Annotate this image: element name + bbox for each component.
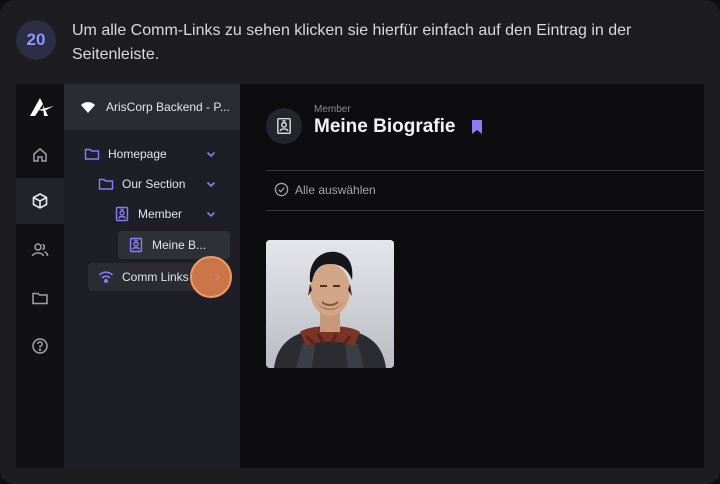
tree-item-meine-biografie[interactable]: Meine B... [118, 231, 230, 259]
bookmark-icon[interactable] [471, 119, 483, 135]
tree-item-member[interactable]: Member [114, 200, 224, 228]
project-title: ArisCorp Backend - P... [106, 100, 230, 114]
tree-item-label: Homepage [108, 147, 167, 161]
app-screenshot: ArisCorp Backend - P... Homepage Our Sec… [16, 84, 704, 468]
home-icon[interactable] [16, 132, 64, 178]
member-portrait-image[interactable] [266, 240, 394, 368]
tree-item-label: Comm Links [122, 270, 189, 284]
select-all-label: Alle auswählen [295, 182, 376, 197]
wifi-icon [98, 271, 114, 284]
id-badge-icon [266, 108, 302, 144]
step-number-badge: 20 [16, 20, 56, 60]
chevron-down-icon[interactable] [204, 147, 218, 161]
navigation-tree: ArisCorp Backend - P... Homepage Our Sec… [64, 84, 240, 468]
folder-icon [98, 178, 114, 190]
tutorial-step-card: 20 Um alle Comm-Links zu sehen klicken s… [0, 0, 720, 484]
tree-item-homepage[interactable]: Homepage [84, 140, 224, 168]
check-circle-icon [274, 182, 289, 197]
divider [266, 170, 704, 171]
help-icon[interactable] [16, 323, 64, 369]
page-title: Meine Biografie [314, 116, 456, 137]
page-subtitle: Member [314, 104, 351, 115]
tree-item-label: Our Section [122, 177, 186, 191]
icon-rail [16, 84, 64, 468]
id-badge-icon [129, 237, 143, 253]
select-all-button[interactable]: Alle auswählen [274, 182, 376, 197]
step-instruction: Um alle Comm-Links zu sehen klicken sie … [72, 22, 632, 63]
chevron-down-icon[interactable] [204, 177, 218, 191]
tree-item-label: Member [138, 207, 183, 221]
wifi-icon [81, 102, 95, 113]
main-content: Member Meine Biografie Alle auswählen [240, 84, 704, 468]
cube-icon[interactable] [16, 178, 64, 224]
logo-icon[interactable] [26, 96, 56, 118]
divider [266, 210, 704, 211]
project-header[interactable]: ArisCorp Backend - P... [64, 84, 240, 130]
folder-icon[interactable] [16, 275, 64, 321]
chevron-down-icon[interactable] [204, 207, 218, 221]
users-icon[interactable] [16, 227, 64, 273]
tree-item-our-section[interactable]: Our Section [98, 170, 224, 198]
id-badge-icon [115, 206, 129, 222]
folder-icon [84, 148, 100, 160]
click-indicator [190, 256, 232, 298]
tree-item-label: Meine B... [152, 238, 207, 252]
